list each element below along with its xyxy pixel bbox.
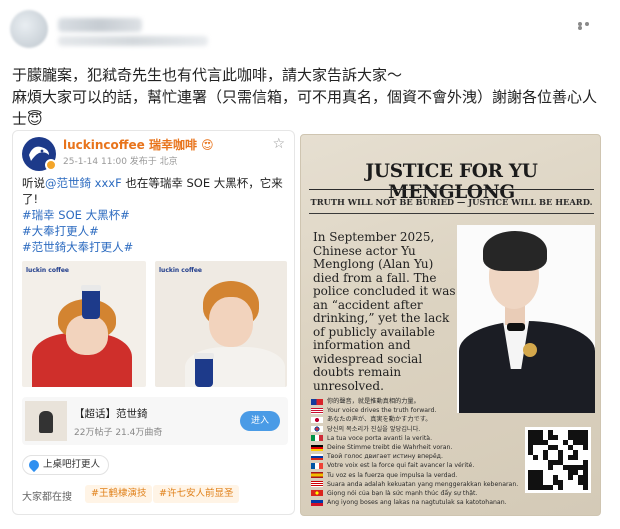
us-flag-icon [311, 407, 323, 414]
mention-link[interactable]: @范世錡 xxxF [45, 176, 122, 190]
more-options-icon[interactable] [578, 22, 598, 32]
ph-flag-icon [311, 499, 323, 506]
translation-row: Votre voix est la force qui fait avancer… [311, 461, 541, 470]
coffee-cup-icon [81, 285, 101, 319]
blurred-post-meta [58, 36, 208, 46]
verified-badge-icon [45, 159, 57, 171]
location-pill[interactable]: 上桌吧打更人 [22, 455, 110, 475]
brand-name[interactable]: luckincoffee 瑞幸咖啡 😍 [63, 136, 214, 153]
translation-row: Suara anda adalah kekuatan yang menggera… [311, 480, 541, 489]
photo-logo: luckin coffee [26, 267, 69, 274]
translation-text: あなたの声が、真実を動かす力です。 [327, 416, 432, 424]
translation-row: Giọng nói của bạn là sức mạnh thúc đẩy s… [311, 489, 541, 498]
translation-row: Ang iyong boses ang lakas na nagtutulak … [311, 498, 541, 507]
super-topic-bar[interactable]: 【超话】范世錡 22万帖子 21.4万曲奇 进入 [22, 397, 288, 445]
trending-tag[interactable]: #许七安人前显圣 [153, 485, 240, 503]
post-timestamp: 25-1-14 11:00 发布于 北京 [63, 157, 178, 167]
fr-flag-icon [311, 462, 323, 469]
translation-row: 你的聲音，就是推動真相的力量。 [311, 397, 541, 406]
it-flag-icon [311, 435, 323, 442]
translation-row: Твой голос двигает истину вперёд. [311, 452, 541, 461]
location-label: 上桌吧打更人 [43, 459, 101, 470]
kr-flag-icon [311, 426, 323, 433]
poster-body: In September 2025, Chinese actor Yu Meng… [313, 230, 456, 393]
hashtag-link[interactable]: #瑞幸 SOE 大黑杯# [22, 207, 288, 223]
favorite-star-icon[interactable]: ☆ [272, 136, 285, 152]
translation-row: La tua voce porta avanti la verità. [311, 434, 541, 443]
translation-text: Your voice drives the truth forward. [327, 407, 437, 415]
divider [309, 213, 594, 214]
translation-text: Deine Stimme treibt die Wahrheit voran. [327, 443, 453, 451]
coffee-cup-icon [194, 353, 214, 387]
translation-text: Suara anda adalah kekuatan yang menggera… [327, 480, 519, 488]
actor-portrait [457, 225, 595, 413]
translation-row: あなたの声が、真実を動かす力です。 [311, 415, 541, 424]
poster-subtitle: TRUTH WILL NOT BE BURIED — JUSTICE WILL … [310, 197, 593, 207]
person-face [66, 315, 108, 355]
trending-label: 大家都在搜 [22, 492, 72, 503]
photo-logo: luckin coffee [159, 267, 202, 274]
divider [309, 189, 594, 190]
post-line: 麻煩大家可以的話，幫忙連署（只需信箱，可不用真名，個資不會外洩）謝謝各位善心人 [12, 88, 598, 106]
enter-button[interactable]: 进入 [240, 411, 280, 431]
post-header [0, 0, 620, 58]
bow-tie-icon [507, 323, 525, 331]
avatar[interactable] [10, 10, 48, 48]
ru-flag-icon [311, 453, 323, 460]
weibo-post-card[interactable]: luckincoffee 瑞幸咖啡 😍 25-1-14 11:00 发布于 北京… [12, 130, 295, 515]
translation-text: 你的聲音，就是推動真相的力量。 [327, 398, 420, 405]
trending-tag[interactable]: #王鹤棣演技 [85, 485, 153, 503]
translation-text: Giọng nói của bạn là sức mạnh thúc đẩy s… [327, 489, 478, 497]
translation-text: Твой голос двигает истину вперёд. [327, 453, 443, 461]
boutonniere-icon [523, 343, 537, 357]
blurred-username[interactable] [58, 18, 142, 32]
hashtag-link[interactable]: #大奉打更人# [22, 223, 288, 239]
location-pin-icon [26, 457, 42, 473]
translation-text: La tua voce porta avanti la verità. [327, 434, 433, 442]
translation-row: Your voice drives the truth forward. [311, 406, 541, 415]
topic-title: 【超话】范世錡 [74, 408, 148, 420]
hashtag-link[interactable]: #范世錡大奉打更人# [22, 239, 288, 255]
topic-stats: 22万帖子 21.4万曲奇 [74, 428, 163, 438]
jp-flag-icon [311, 416, 323, 423]
person-face [209, 297, 253, 347]
post-photo-1[interactable]: luckin coffee [22, 261, 146, 387]
post-line: 于朦朧案，犯弒奇先生也有代言此咖啡，請大家告訴大家～ [12, 66, 403, 84]
post-line: 士😇 [12, 110, 43, 128]
qr-code[interactable] [525, 427, 591, 493]
vn-flag-icon [311, 490, 323, 497]
post-text: 于朦朧案，犯弒奇先生也有代言此咖啡，請大家告訴大家～ 麻煩大家可以的話，幫忙連署… [12, 64, 612, 130]
translation-text: Tu voz es la fuerza que impulsa la verda… [327, 471, 458, 479]
text-prefix: 听说 [22, 176, 45, 190]
justice-poster[interactable]: JUSTICE FOR YU MENGLONG TRUTH WILL NOT B… [300, 134, 601, 516]
my-flag-icon [311, 481, 323, 488]
topic-thumbnail [25, 401, 67, 441]
de-flag-icon [311, 444, 323, 451]
translation-row: 당신의 목소리가 진실을 앞당깁니다. [311, 425, 541, 434]
translation-text: Ang iyong boses ang lakas na nagtutulak … [327, 499, 507, 507]
tw-flag-icon [311, 398, 323, 405]
translation-row: Deine Stimme treibt die Wahrheit voran. [311, 443, 541, 452]
post-photo-2[interactable]: luckin coffee [155, 261, 287, 387]
translation-text: Votre voix est la force qui fait avancer… [327, 462, 475, 470]
es-flag-icon [311, 472, 323, 479]
card-post-text: 听说@范世錡 xxxF 也在等瑞幸 SOE 大黑杯，它来了! #瑞幸 SOE 大… [22, 175, 288, 255]
translation-text: 당신의 목소리가 진실을 앞당깁니다. [327, 425, 421, 433]
translations-list: 你的聲音，就是推動真相的力量。 Your voice drives the tru… [311, 397, 541, 507]
translation-row: Tu voz es la fuerza que impulsa la verda… [311, 471, 541, 480]
